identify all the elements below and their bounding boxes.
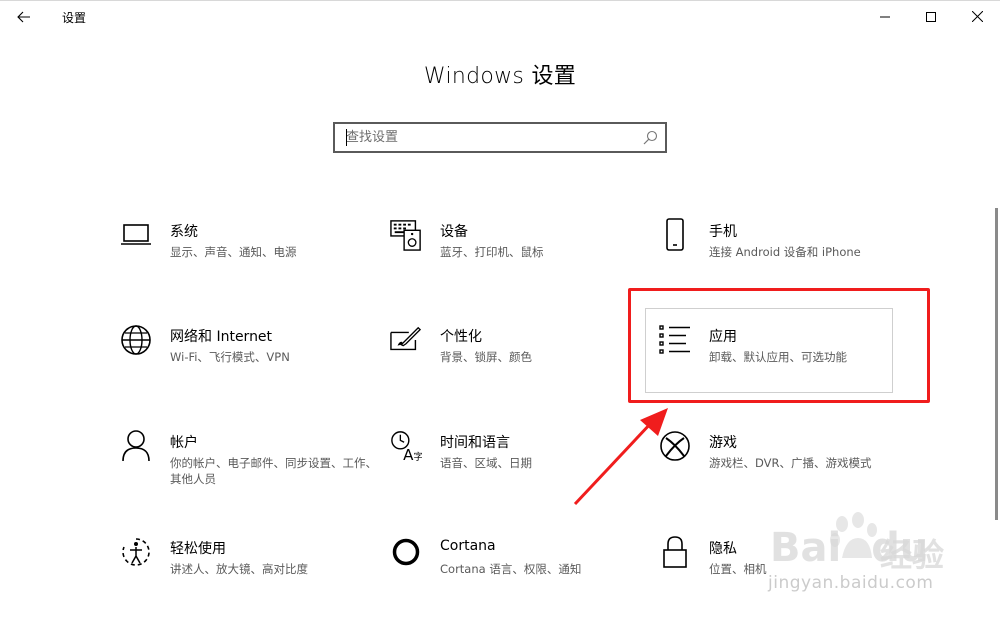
svg-text:字: 字 [414,451,422,463]
globe-icon [120,323,152,357]
watermark-cn: 经验 [880,536,945,574]
tile-title: 时间和语言 [440,435,510,451]
tile-title: 隐私 [709,541,737,557]
lock-icon [659,535,691,569]
tile-gaming[interactable]: 游戏 游戏栏、DVR、广播、游戏模式 [659,429,909,519]
tile-title: 网络和 Internet [170,329,273,345]
vertical-scrollbar[interactable] [995,208,998,520]
person-icon [120,429,152,463]
tile-title: Cortana [440,538,496,554]
tile-accounts[interactable]: 帐户 你的帐户、电子邮件、同步设置、工作、其他人员 [120,429,377,519]
phone-icon [659,218,691,252]
tile-desc: 蓝牙、打印机、鼠标 [440,245,544,259]
page-title: Windows 设置 [423,64,577,89]
text-caret [346,129,347,146]
tile-title: 设备 [440,224,468,240]
tile-title: 系统 [170,224,198,240]
keyboard-speaker-icon [390,218,422,252]
annotation-arrow [573,408,668,506]
tile-devices[interactable]: 设备 蓝牙、打印机、鼠标 [390,218,640,308]
tile-desc: Wi-Fi、飞行模式、VPN [170,350,290,364]
highlight-annotation-box [628,288,930,403]
time-language-icon: A字 [390,429,422,463]
paint-brush-icon [390,323,422,357]
tile-desc: Cortana 语言、权限、通知 [440,562,582,576]
maximize-button[interactable] [908,1,954,32]
minimize-button[interactable] [862,1,908,32]
search-icon[interactable] [642,130,658,146]
tile-network[interactable]: 网络和 Internet Wi-Fi、飞行模式、VPN [120,323,370,413]
tile-desc: 游戏栏、DVR、广播、游戏模式 [709,456,872,470]
tile-desc: 你的帐户、电子邮件、同步设置、工作、其他人员 [170,456,377,486]
minimize-icon [880,16,890,17]
tile-desc: 连接 Android 设备和 iPhone [709,245,861,259]
cortana-icon [390,535,422,569]
tile-system[interactable]: 系统 显示、声音、通知、电源 [120,218,370,308]
back-button[interactable] [8,2,40,32]
tile-title: 帐户 [170,435,198,451]
close-button[interactable] [954,1,1000,32]
tile-desc: 显示、声音、通知、电源 [170,245,297,259]
tile-desc: 背景、锁屏、颜色 [440,350,532,364]
watermark-url: jingyan.baidu.com [768,573,934,593]
tile-cortana[interactable]: Cortana Cortana 语言、权限、通知 [390,535,640,619]
maximize-icon [926,11,936,22]
title-bar: 设置 [0,0,1000,32]
window-title: 设置 [62,11,87,25]
tile-title: 手机 [709,224,737,240]
svg-text:A: A [403,446,414,463]
tile-ease-of-access[interactable]: 轻松使用 讲述人、放大镜、高对比度 [120,535,370,619]
tile-title: 个性化 [440,329,482,345]
tile-desc: 讲述人、放大镜、高对比度 [170,562,308,576]
back-arrow-icon [17,11,30,23]
search-input[interactable] [335,124,635,151]
tile-title: 轻松使用 [170,541,226,557]
ease-of-access-icon [120,535,152,569]
search-box[interactable] [333,122,667,153]
close-icon [971,11,983,22]
laptop-icon [120,218,152,252]
tile-title: 游戏 [709,435,737,451]
